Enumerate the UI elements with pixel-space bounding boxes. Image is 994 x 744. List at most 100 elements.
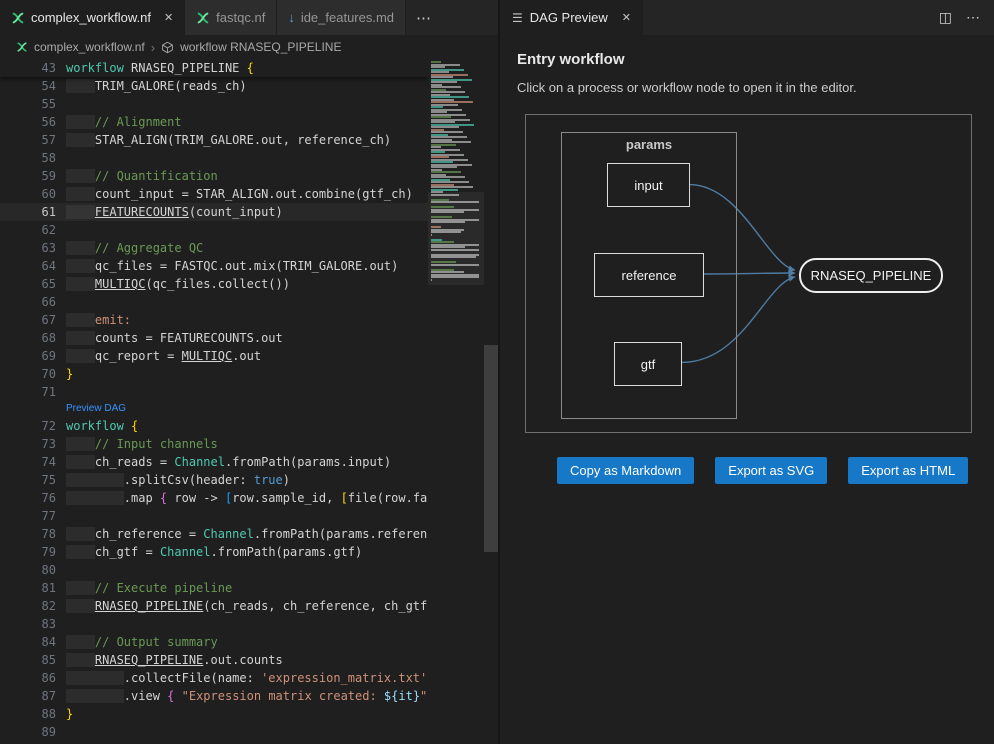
code-line: 69 qc_report = MULTIQC.out bbox=[0, 347, 428, 365]
code-line: 61 FEATURECOUNTS(count_input) bbox=[0, 203, 428, 221]
chevron-right-icon: › bbox=[151, 40, 155, 55]
code-line: 77 bbox=[0, 507, 428, 525]
line-number: 77 bbox=[0, 507, 56, 525]
node-rnaseq-pipeline[interactable]: RNASEQ_PIPELINE bbox=[799, 258, 943, 293]
tab-label: fastqc.nf bbox=[216, 10, 265, 25]
codelens-preview-dag[interactable]: Preview DAG bbox=[56, 401, 126, 417]
line-number: 66 bbox=[0, 293, 56, 311]
line-number: 89 bbox=[0, 723, 56, 741]
code-line: 74 ch_reads = Channel.fromPath(params.in… bbox=[0, 453, 428, 471]
code-line: 68 counts = FEATURECOUNTS.out bbox=[0, 329, 428, 347]
code-line: 66 bbox=[0, 293, 428, 311]
line-number: 60 bbox=[0, 185, 56, 203]
line-number: 54 bbox=[0, 77, 56, 95]
close-icon[interactable]: ✕ bbox=[622, 11, 631, 24]
sticky-scroll-line[interactable]: 43workflow RNASEQ_PIPELINE { bbox=[0, 59, 428, 77]
code-lines: 54 TRIM_GALORE(reads_ch)5556 // Alignmen… bbox=[0, 77, 428, 741]
export-html-button[interactable]: Export as HTML bbox=[848, 457, 968, 484]
tab-dag-preview[interactable]: ☰ DAG Preview ✕ bbox=[500, 0, 643, 35]
node-gtf[interactable]: gtf bbox=[614, 342, 682, 386]
line-number: 67 bbox=[0, 311, 56, 329]
dag-diagram: params input reference gtf RNASEQ_PIPELI… bbox=[525, 114, 972, 433]
node-reference[interactable]: reference bbox=[594, 253, 704, 297]
code-editor[interactable]: 43workflow RNASEQ_PIPELINE { 54 TRIM_GAL… bbox=[0, 59, 498, 744]
code-line: 89 bbox=[0, 723, 428, 741]
line-number: 83 bbox=[0, 615, 56, 633]
code-line: 59 // Quantification bbox=[0, 167, 428, 185]
code-line: 85 RNASEQ_PIPELINE.out.counts bbox=[0, 651, 428, 669]
scrollbar-thumb[interactable] bbox=[484, 345, 498, 552]
code-line: 83 bbox=[0, 615, 428, 633]
split-editor-icon[interactable]: ◫ bbox=[939, 9, 952, 26]
breadcrumb-symbol[interactable]: workflow RNASEQ_PIPELINE bbox=[180, 40, 341, 54]
export-svg-button[interactable]: Export as SVG bbox=[715, 457, 827, 484]
panel-more-button[interactable]: ⋯ bbox=[966, 9, 980, 26]
breadcrumb: complex_workflow.nf › workflow RNASEQ_PI… bbox=[0, 35, 498, 59]
copy-markdown-button[interactable]: Copy as Markdown bbox=[557, 457, 694, 484]
markdown-icon: ↓ bbox=[288, 10, 295, 25]
nextflow-icon bbox=[11, 11, 25, 25]
tab-label: complex_workflow.nf bbox=[31, 10, 151, 25]
code-line: 57 STAR_ALIGN(TRIM_GALORE.out, reference… bbox=[0, 131, 428, 149]
close-icon[interactable]: ✕ bbox=[164, 11, 173, 24]
tab-ide-features[interactable]: ↓ ide_features.md bbox=[277, 0, 406, 35]
line-number: 43 bbox=[0, 59, 56, 77]
line-number: 75 bbox=[0, 471, 56, 489]
tab-complex-workflow[interactable]: complex_workflow.nf ✕ bbox=[0, 0, 185, 35]
scrollbar[interactable] bbox=[484, 59, 498, 744]
code-line: 64 qc_files = FASTQC.out.mix(TRIM_GALORE… bbox=[0, 257, 428, 275]
panel-body: Entry workflow Click on a process or wor… bbox=[500, 35, 994, 744]
code-line: 79 ch_gtf = Channel.fromPath(params.gtf) bbox=[0, 543, 428, 561]
code-line: 62 bbox=[0, 221, 428, 239]
code-line: 86 .collectFile(name: 'expression_matrix… bbox=[0, 669, 428, 687]
code-line: 84 // Output summary bbox=[0, 633, 428, 651]
line-number: 55 bbox=[0, 95, 56, 113]
code-line: 81 // Execute pipeline bbox=[0, 579, 428, 597]
code-line: 78 ch_reference = Channel.fromPath(param… bbox=[0, 525, 428, 543]
line-number bbox=[0, 401, 56, 417]
code-line: 75 .splitCsv(header: true) bbox=[0, 471, 428, 489]
code-line: 70} bbox=[0, 365, 428, 383]
code-line: 67 emit: bbox=[0, 311, 428, 329]
tab-label: DAG Preview bbox=[530, 10, 608, 25]
code-line: 58 bbox=[0, 149, 428, 167]
line-number: 74 bbox=[0, 453, 56, 471]
line-number: 85 bbox=[0, 651, 56, 669]
preview-list-icon: ☰ bbox=[512, 11, 523, 25]
line-number: 86 bbox=[0, 669, 56, 687]
line-number: 71 bbox=[0, 383, 56, 401]
nextflow-icon bbox=[16, 41, 28, 53]
nextflow-icon bbox=[196, 11, 210, 25]
line-number: 82 bbox=[0, 597, 56, 615]
code-line: 43workflow RNASEQ_PIPELINE { bbox=[0, 59, 428, 77]
line-number: 61 bbox=[0, 203, 56, 221]
line-number: 84 bbox=[0, 633, 56, 651]
line-number: 88 bbox=[0, 705, 56, 723]
code-line: 87 .view { "Expression matrix created: $… bbox=[0, 687, 428, 705]
line-number: 63 bbox=[0, 239, 56, 257]
minimap[interactable] bbox=[428, 59, 484, 744]
code-line: 82 RNASEQ_PIPELINE(ch_reads, ch_referenc… bbox=[0, 597, 428, 615]
line-number: 69 bbox=[0, 347, 56, 365]
line-number: 76 bbox=[0, 489, 56, 507]
tab-fastqc[interactable]: fastqc.nf bbox=[185, 0, 277, 35]
export-buttons: Copy as Markdown Export as SVG Export as… bbox=[557, 457, 994, 484]
line-number: 73 bbox=[0, 435, 56, 453]
panel-subtitle: Click on a process or workflow node to o… bbox=[517, 80, 994, 95]
dag-preview-pane: ☰ DAG Preview ✕ ◫ ⋯ Entry workflow Click… bbox=[498, 0, 994, 744]
breadcrumb-file[interactable]: complex_workflow.nf bbox=[34, 40, 145, 54]
line-number: 80 bbox=[0, 561, 56, 579]
tab-more-button[interactable]: ⋯ bbox=[406, 0, 441, 35]
node-input[interactable]: input bbox=[607, 163, 690, 207]
codelens-row[interactable]: Preview DAG bbox=[0, 401, 428, 417]
line-number: 87 bbox=[0, 687, 56, 705]
code-line: 80 bbox=[0, 561, 428, 579]
editor-tabbar: complex_workflow.nf ✕ fastqc.nf ↓ ide_fe… bbox=[0, 0, 498, 35]
params-group-label: params bbox=[562, 137, 736, 152]
line-number: 59 bbox=[0, 167, 56, 185]
line-number: 65 bbox=[0, 275, 56, 293]
editor-pane: complex_workflow.nf ✕ fastqc.nf ↓ ide_fe… bbox=[0, 0, 498, 744]
code-line: 73 // Input channels bbox=[0, 435, 428, 453]
panel-title: Entry workflow bbox=[517, 51, 994, 68]
code-line: 71 bbox=[0, 383, 428, 401]
